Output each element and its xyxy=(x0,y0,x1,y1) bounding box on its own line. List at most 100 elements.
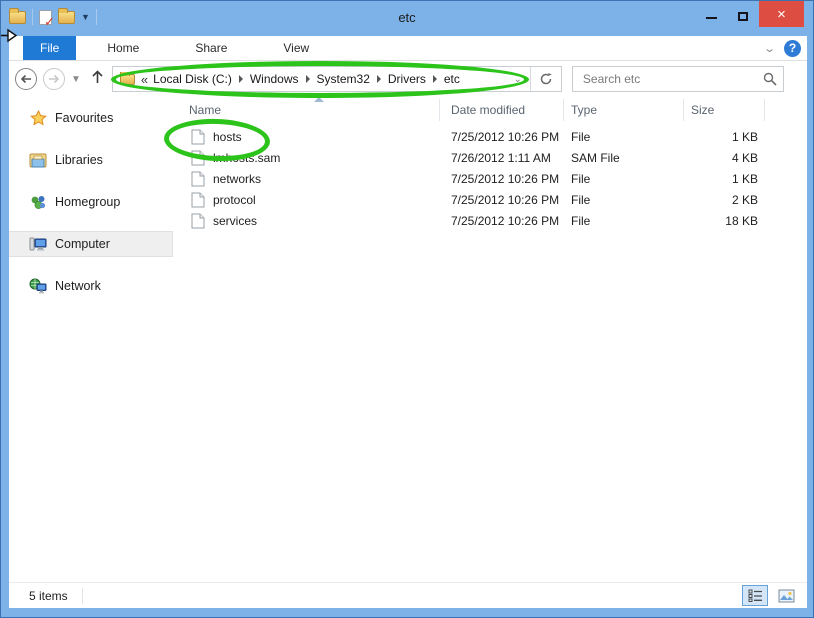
thumbnail-view-button[interactable] xyxy=(773,585,799,606)
file-date: 7/25/2012 10:26 PM xyxy=(451,214,559,228)
title-bar: ✓ ▼ etc × xyxy=(1,1,813,36)
file-icon xyxy=(191,192,205,213)
breadcrumb-separator-icon[interactable] xyxy=(239,75,243,83)
sort-ascending-icon[interactable] xyxy=(314,97,324,102)
file-name: services xyxy=(213,214,257,228)
minimize-button[interactable] xyxy=(695,1,727,27)
breadcrumb-separator-icon[interactable] xyxy=(433,75,437,83)
file-row-lmhosts[interactable]: lmhosts.sam 7/26/2012 1:11 AM SAM File 4… xyxy=(173,148,807,169)
up-arrow-icon xyxy=(91,70,104,84)
file-list: Name Date modified Type Size hosts 7/25/… xyxy=(173,97,807,582)
column-header-date-modified[interactable]: Date modified xyxy=(451,103,525,117)
address-dropdown-chevron-icon[interactable]: ⌄ xyxy=(506,67,531,91)
thumbnail-view-icon xyxy=(778,589,795,603)
file-date: 7/25/2012 10:26 PM xyxy=(451,193,559,207)
column-divider[interactable] xyxy=(439,99,440,121)
file-row-networks[interactable]: networks 7/25/2012 10:26 PM File 1 KB xyxy=(173,169,807,190)
file-date: 7/25/2012 10:26 PM xyxy=(451,172,559,186)
file-name: lmhosts.sam xyxy=(213,151,280,165)
file-icon xyxy=(191,213,205,234)
file-date: 7/26/2012 1:11 AM xyxy=(451,151,551,165)
column-header-size[interactable]: Size xyxy=(691,103,714,117)
sidebar-item-favourites[interactable]: Favourites xyxy=(9,105,173,131)
folder-icon xyxy=(120,74,135,85)
file-name: networks xyxy=(213,172,261,186)
help-icon[interactable]: ? xyxy=(784,40,801,57)
file-rows: hosts 7/25/2012 10:26 PM File 1 KB lmhos… xyxy=(173,127,807,232)
file-type: SAM File xyxy=(571,151,620,165)
expand-ribbon-chevron-icon[interactable]: ⌄ xyxy=(763,42,776,55)
sidebar-item-label: Network xyxy=(55,279,101,293)
breadcrumb-segment-windows[interactable]: Windows xyxy=(247,72,302,86)
tab-file[interactable]: File xyxy=(23,36,76,60)
refresh-button[interactable] xyxy=(531,67,561,91)
window-content: File Home Share View ⌄ ? ▼ xyxy=(9,36,807,608)
file-size: 2 KB xyxy=(673,193,758,207)
recent-locations-chevron-icon[interactable]: ▼ xyxy=(71,74,81,85)
file-row-services[interactable]: services 7/25/2012 10:26 PM File 18 KB xyxy=(173,211,807,232)
breadcrumb-segment-drivers[interactable]: Drivers xyxy=(385,72,429,86)
minimize-icon xyxy=(706,17,717,19)
network-icon xyxy=(29,277,47,295)
sidebar-item-homegroup[interactable]: Homegroup xyxy=(9,189,173,215)
sidebar-item-computer[interactable]: Computer xyxy=(9,231,173,257)
sidebar-item-network[interactable]: Network xyxy=(9,273,173,299)
breadcrumb-separator-icon[interactable] xyxy=(377,75,381,83)
file-type: File xyxy=(571,193,590,207)
file-type: File xyxy=(571,130,590,144)
ribbon-tab-row: File Home Share View ⌄ ? xyxy=(9,36,807,61)
maximize-button[interactable] xyxy=(727,1,759,27)
column-header-type[interactable]: Type xyxy=(571,103,597,117)
file-icon xyxy=(191,171,205,192)
address-row: ▼ « Local Disk (C:) Windows System32 Dri… xyxy=(9,61,807,97)
caption-buttons: × xyxy=(695,1,804,27)
file-icon xyxy=(191,129,205,150)
column-divider[interactable] xyxy=(563,99,564,121)
breadcrumb-segment-system32[interactable]: System32 xyxy=(314,72,373,86)
breadcrumb-overflow[interactable]: « xyxy=(141,72,148,87)
divider xyxy=(82,588,83,604)
file-date: 7/25/2012 10:26 PM xyxy=(451,130,559,144)
sidebar-item-label: Libraries xyxy=(55,153,103,167)
breadcrumb-segment-local-disk[interactable]: Local Disk (C:) xyxy=(150,72,235,86)
column-header-name[interactable]: Name xyxy=(189,103,221,117)
explorer-window: ✓ ▼ etc × File Home Share View ⌄ ? xyxy=(0,0,814,618)
tab-home[interactable]: Home xyxy=(90,36,156,60)
tab-share[interactable]: Share xyxy=(178,36,244,60)
up-button[interactable] xyxy=(91,70,104,89)
breadcrumb: « Local Disk (C:) Windows System32 Drive… xyxy=(113,72,506,87)
file-size: 4 KB xyxy=(673,151,758,165)
main-area: Favourites Libraries Homegroup xyxy=(9,97,807,582)
forward-button[interactable] xyxy=(43,68,65,90)
search-box xyxy=(572,66,784,92)
file-size: 1 KB xyxy=(673,130,758,144)
search-input[interactable] xyxy=(581,71,763,87)
details-view-icon xyxy=(748,589,763,602)
forward-arrow-icon xyxy=(48,74,60,84)
column-headers: Name Date modified Type Size xyxy=(173,97,807,123)
file-type: File xyxy=(571,214,590,228)
file-size: 1 KB xyxy=(673,172,758,186)
file-row-protocol[interactable]: protocol 7/25/2012 10:26 PM File 2 KB xyxy=(173,190,807,211)
maximize-icon xyxy=(738,12,748,21)
back-button[interactable] xyxy=(15,68,37,90)
breadcrumb-segment-etc[interactable]: etc xyxy=(441,72,463,86)
libraries-icon xyxy=(29,151,47,169)
status-bar: 5 items xyxy=(9,582,807,608)
column-divider[interactable] xyxy=(683,99,684,121)
close-button[interactable]: × xyxy=(759,1,804,27)
sidebar-item-label: Favourites xyxy=(55,111,113,125)
details-view-button[interactable] xyxy=(742,585,768,606)
sidebar-item-libraries[interactable]: Libraries xyxy=(9,147,173,173)
sidebar-item-label: Homegroup xyxy=(55,195,120,209)
tab-view[interactable]: View xyxy=(266,36,326,60)
breadcrumb-separator-icon[interactable] xyxy=(306,75,310,83)
search-icon[interactable] xyxy=(763,72,777,86)
file-type: File xyxy=(571,172,590,186)
sidebar-item-label: Computer xyxy=(55,237,110,251)
address-bar[interactable]: « Local Disk (C:) Windows System32 Drive… xyxy=(112,66,562,92)
back-arrow-icon xyxy=(20,74,32,84)
file-row-hosts[interactable]: hosts 7/25/2012 10:26 PM File 1 KB xyxy=(173,127,807,148)
item-count: 5 items xyxy=(29,589,68,603)
column-divider[interactable] xyxy=(764,99,765,121)
